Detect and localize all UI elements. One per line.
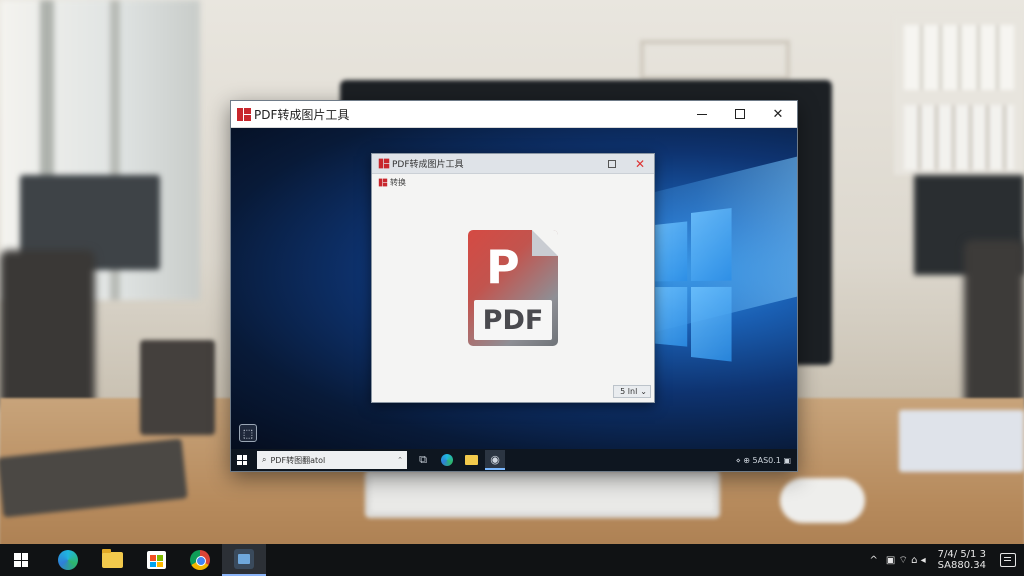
host-taskbar: ^ ▣ ⌔ ⌂ ◂ 7/4/ 5/1 3 SA880.34 <box>0 544 1024 576</box>
edge-icon[interactable] <box>437 450 457 470</box>
windows-wallpaper-logo <box>655 208 732 368</box>
inner-app-window: PDF转成图片工具 ✕ 转换 P PDF 5 lnl ⌄ <box>371 153 655 403</box>
inner-title-bar[interactable]: PDF转成图片工具 ✕ <box>372 154 654 174</box>
pdf-tool-taskbar-icon[interactable]: ◉ <box>485 450 505 470</box>
pencil-holder <box>140 340 215 435</box>
taskbar-file-explorer[interactable] <box>90 544 134 576</box>
inner-tray-icons[interactable]: ⋄ ⊕ 5AS0.1 ▣ <box>736 456 791 465</box>
chevron-down-icon: ⌄ <box>640 387 647 396</box>
minimize-button[interactable] <box>683 101 721 127</box>
clock-time: 7/4/ 5/1 3 <box>937 549 986 560</box>
taskbar-store[interactable] <box>134 544 178 576</box>
minimize-icon <box>697 113 707 115</box>
taskbar-chrome[interactable] <box>178 544 222 576</box>
taskbar-edge[interactable] <box>46 544 90 576</box>
system-tray: ^ ▣ ⌔ ⌂ ◂ 7/4/ 5/1 3 SA880.34 <box>869 549 1024 571</box>
chevron-up-icon[interactable]: ^ <box>869 555 877 566</box>
maximize-button[interactable] <box>721 101 759 127</box>
desktop-shortcut-icon[interactable]: ⬚ <box>239 424 257 442</box>
inner-taskbar-apps: ⧉ ◉ <box>413 450 505 470</box>
edge-icon <box>58 550 78 570</box>
search-text: PDF转图翻atol <box>270 455 326 465</box>
menu-logo-icon <box>378 178 388 186</box>
folder-icon <box>101 549 123 568</box>
mic-icon: ⌃ <box>397 456 403 464</box>
search-icon: ⌕ <box>262 455 267 464</box>
inner-taskbar: ⌕ PDF转图翻atol ⌃ ⧉ ◉ ⋄ ⊕ 5AS0.1 ▣ <box>231 449 797 471</box>
wall-frame <box>640 40 790 80</box>
close-icon: ✕ <box>772 106 784 122</box>
keyboard <box>365 470 720 518</box>
pdf-letter: P <box>486 240 520 294</box>
windows-icon <box>14 553 28 567</box>
zoom-select[interactable]: 5 lnl ⌄ <box>613 385 651 398</box>
app-logo-icon <box>237 107 251 121</box>
windows-icon <box>237 455 247 465</box>
chrome-icon <box>190 550 210 570</box>
inner-close-icon: ✕ <box>634 156 646 171</box>
taskbar-pdf-tool[interactable] <box>222 544 266 576</box>
inner-menu-bar: 转换 <box>372 174 654 190</box>
clock[interactable]: 7/4/ 5/1 3 SA880.34 <box>938 549 986 571</box>
page-fold-corner <box>532 230 558 256</box>
inner-system-tray: ⋄ ⊕ 5AS0.1 ▣ <box>736 456 797 465</box>
mouse <box>780 478 865 523</box>
store-icon <box>146 551 166 569</box>
tray-icons[interactable]: ▣ ⌔ ⌂ ◂ <box>886 554 926 567</box>
inner-window-title: PDF转成图片工具 <box>392 160 464 170</box>
taskbar-apps <box>46 544 266 576</box>
inner-app-logo-icon <box>378 158 390 169</box>
menu-item-convert[interactable]: 转换 <box>390 177 406 188</box>
close-button[interactable]: ✕ <box>759 101 797 127</box>
maximize-icon <box>735 109 745 119</box>
inner-window-controls: ✕ <box>598 154 654 173</box>
bookshelf <box>894 15 1024 175</box>
inner-maximize-button[interactable] <box>598 154 626 173</box>
pdf-label: PDF <box>474 300 552 340</box>
inner-start-button[interactable] <box>231 449 253 471</box>
inner-close-button[interactable]: ✕ <box>626 154 654 173</box>
pdf-tool-icon <box>234 549 254 569</box>
start-button[interactable] <box>0 544 42 576</box>
inner-search-box[interactable]: ⌕ PDF转图翻atol ⌃ <box>257 451 407 469</box>
office-chair-right <box>964 240 1024 410</box>
outer-window-title: PDF转成图片工具 <box>254 107 350 122</box>
pdf-file-icon[interactable]: P PDF <box>468 230 558 346</box>
task-view-icon[interactable]: ⧉ <box>413 450 433 470</box>
outer-app-window: PDF转成图片工具 ✕ ⬚ PDF转成图片工具 ✕ 转换 P PDF 5 lnl… <box>230 100 798 472</box>
folder-icon[interactable] <box>461 450 481 470</box>
notification-icon[interactable] <box>1000 553 1016 567</box>
outer-title-bar[interactable]: PDF转成图片工具 ✕ <box>231 101 797 128</box>
virtual-desktop: ⬚ PDF转成图片工具 ✕ 转换 P PDF 5 lnl ⌄ <box>231 128 797 449</box>
clock-date: SA880.34 <box>937 560 986 571</box>
office-chair-left <box>0 250 95 410</box>
inner-maximize-icon <box>608 159 616 168</box>
paper-stack <box>899 410 1024 472</box>
outer-window-controls: ✕ <box>683 101 797 127</box>
zoom-value: 5 lnl <box>620 387 638 396</box>
pdf-document-icon: P PDF <box>468 230 558 346</box>
